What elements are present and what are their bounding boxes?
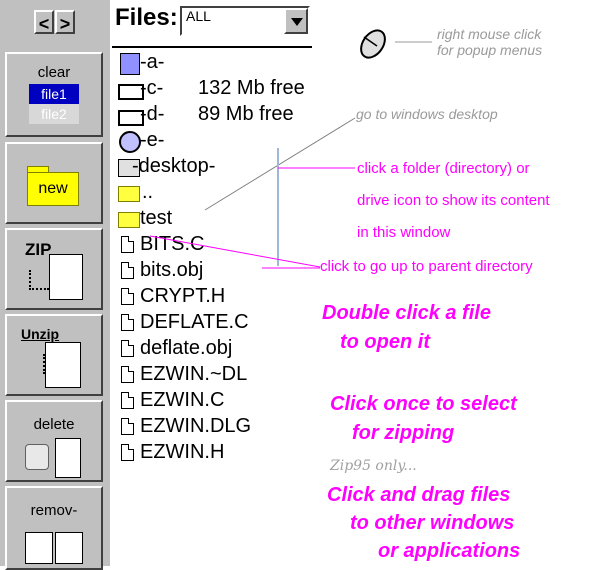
annotation-click-once-2: for zipping — [352, 422, 455, 444]
parent-pointer-line — [149, 235, 321, 268]
annotation-mouse-2: for popup menus — [437, 42, 543, 58]
annotation-mouse-1: right mouse click — [437, 26, 542, 42]
mouse-icon — [355, 26, 391, 62]
annotation-double-click-2: to open it — [340, 331, 430, 353]
annotation-click-once-1: Click once to select — [330, 393, 517, 415]
annotation-zip95: Zip95 only... — [330, 458, 417, 474]
annotation-folder-2: drive icon to show its content — [357, 192, 550, 209]
annotation-folder-3: in this window — [357, 224, 451, 241]
annotation-drag-3: or applications — [378, 540, 521, 562]
annotation-folder-1: click a folder (directory) or — [357, 160, 530, 177]
annotation-desktop: go to windows desktop — [356, 106, 498, 122]
annotation-lines — [149, 41, 432, 269]
annotation-drag-1: Click and drag files — [327, 484, 511, 506]
annotation-parent: click to go up to parent directory — [320, 258, 533, 275]
annotation-double-click-1: Double click a file — [322, 302, 491, 324]
annotation-drag-2: to other windows — [350, 512, 515, 534]
desktop-pointer-line — [204, 117, 356, 211]
